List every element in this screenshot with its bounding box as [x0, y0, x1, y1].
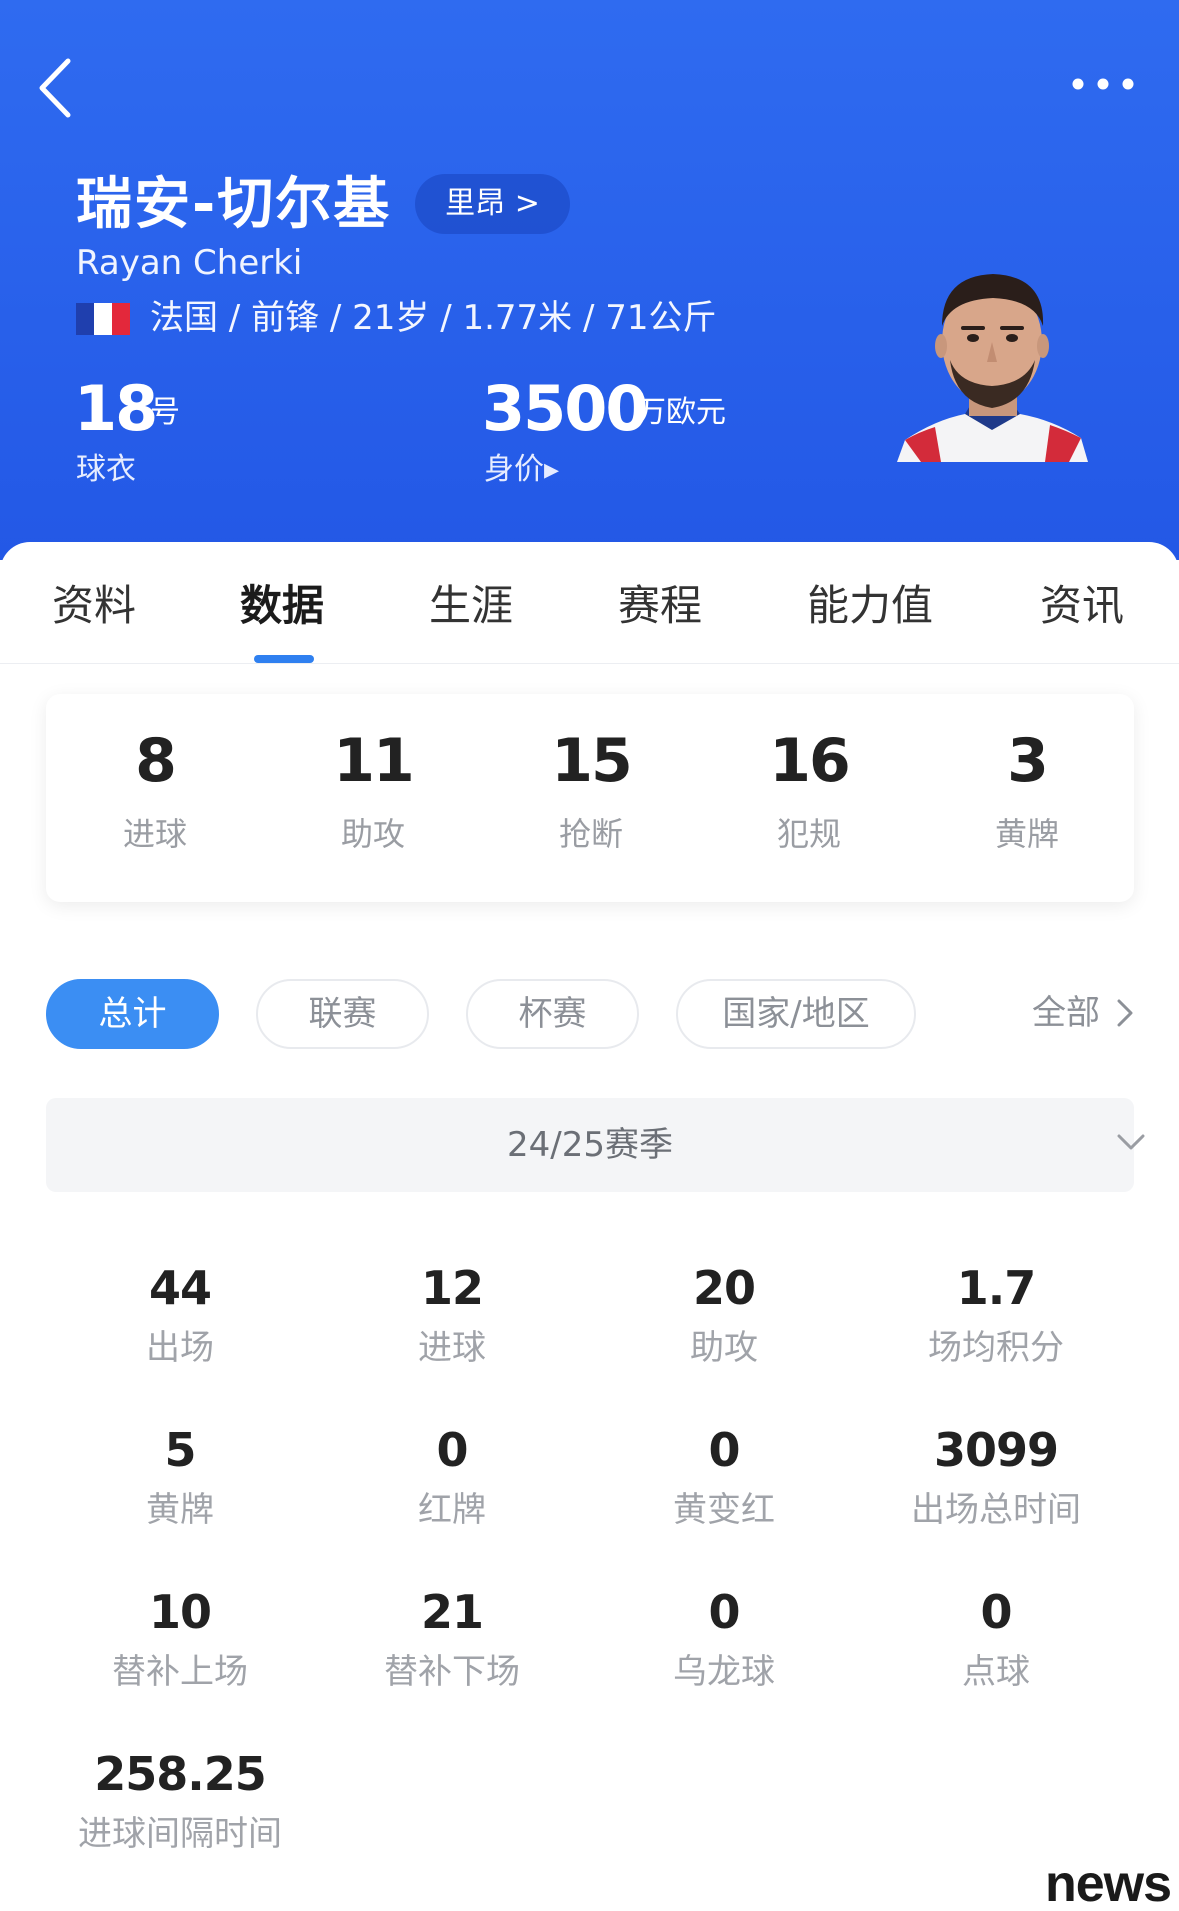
summary-goals: 8 进球	[46, 694, 264, 902]
player-name-english: Rayan Cherki	[76, 243, 303, 283]
tab-news[interactable]: 资讯	[1040, 578, 1124, 634]
summary-tackles: 15 抢断	[482, 694, 700, 902]
stat-value: 12	[420, 1261, 484, 1315]
stat-label: 场均积分	[928, 1328, 1064, 1368]
stat-value: 0	[980, 1585, 1012, 1639]
filter-all-link[interactable]: 全部	[1032, 990, 1100, 1036]
stat-sub-on: 10 替补上场	[44, 1583, 316, 1695]
tab-schedule[interactable]: 赛程	[618, 578, 702, 634]
france-flag-icon	[76, 303, 130, 335]
stat-appearances: 44 出场	[44, 1259, 316, 1371]
stat-second-yellow: 0 黄变红	[588, 1421, 860, 1533]
stat-yellow-cards: 5 黄牌	[44, 1421, 316, 1533]
stat-minutes-per-goal: 258.25 进球间隔时间	[44, 1745, 316, 1857]
tab-career[interactable]: 生涯	[429, 578, 513, 634]
jersey-number: 18	[74, 372, 158, 445]
stat-label: 出场总时间	[911, 1490, 1081, 1530]
jersey-unit: 号	[150, 395, 180, 430]
summary-label: 犯规	[776, 815, 841, 853]
stat-label: 点球	[962, 1652, 1030, 1692]
stat-penalties: 0 点球	[860, 1583, 1132, 1695]
summary-label: 进球	[122, 815, 187, 853]
stat-points-per-game: 1.7 场均积分	[860, 1259, 1132, 1371]
summary-value: 15	[551, 726, 633, 796]
season-selected-value: 24/25赛季	[507, 1125, 673, 1165]
season-selector[interactable]: 24/25赛季	[46, 1098, 1145, 1192]
stat-label: 替补上场	[112, 1652, 248, 1692]
watermark-text: news	[1045, 1855, 1172, 1911]
stat-label: 进球	[418, 1328, 486, 1368]
stat-label: 黄牌	[146, 1490, 214, 1530]
player-header: 瑞安-切尔基 里昂 > Rayan Cherki 法国 / 前锋 / 21岁 /…	[0, 0, 1179, 560]
stat-label: 助攻	[690, 1328, 758, 1368]
chevron-down-icon	[1117, 1134, 1145, 1150]
market-value: 3500	[482, 372, 649, 445]
filter-chip-national[interactable]: 国家/地区	[676, 979, 916, 1049]
stat-label: 红牌	[418, 1490, 486, 1530]
stat-value: 0	[708, 1423, 740, 1477]
jersey-label: 球衣	[76, 452, 136, 487]
team-link-button[interactable]: 里昂 >	[415, 174, 570, 234]
player-avatar	[897, 274, 1088, 462]
summary-assists: 11 助攻	[264, 694, 482, 902]
summary-value: 11	[333, 726, 415, 796]
filter-chip-league[interactable]: 联赛	[256, 979, 429, 1049]
stat-assists: 20 助攻	[588, 1259, 860, 1371]
market-value-unit: 万欧元	[636, 395, 726, 430]
filter-chip-total[interactable]: 总计	[46, 979, 219, 1049]
tab-ability[interactable]: 能力值	[807, 578, 933, 634]
player-bio: 法国 / 前锋 / 21岁 / 1.77米 / 71公斤	[150, 298, 717, 338]
stat-value: 44	[148, 1261, 212, 1315]
summary-label: 助攻	[340, 815, 405, 853]
summary-fouls: 16 犯规	[700, 694, 918, 902]
chevron-right-icon[interactable]	[1114, 997, 1136, 1029]
active-tab-indicator	[254, 655, 314, 663]
stat-value: 258.25	[94, 1747, 267, 1801]
stat-value: 1.7	[956, 1261, 1037, 1315]
back-arrow-icon[interactable]	[34, 55, 80, 121]
summary-label: 抢断	[558, 815, 623, 853]
summary-label: 黄牌	[994, 815, 1059, 853]
filter-chip-cup[interactable]: 杯赛	[466, 979, 639, 1049]
stat-label: 替补下场	[384, 1652, 520, 1692]
market-value-link[interactable]: 身价▸	[484, 450, 559, 490]
stat-red-cards: 0 红牌	[316, 1421, 588, 1533]
more-options-icon[interactable]	[1068, 72, 1138, 96]
stat-label: 进球间隔时间	[78, 1814, 282, 1854]
stat-value: 3099	[933, 1423, 1059, 1477]
summary-value: 16	[769, 726, 851, 796]
player-name-chinese: 瑞安-切尔基	[76, 172, 392, 237]
summary-yellow-cards: 3 黄牌	[918, 694, 1136, 902]
stat-goals: 12 进球	[316, 1259, 588, 1371]
stat-value: 21	[420, 1585, 484, 1639]
summary-value: 8	[135, 726, 177, 796]
tab-stats[interactable]: 数据	[240, 578, 324, 634]
stat-value: 5	[164, 1423, 196, 1477]
stat-minutes-played: 3099 出场总时间	[860, 1421, 1132, 1533]
stat-value: 10	[148, 1585, 212, 1639]
stat-value: 0	[708, 1585, 740, 1639]
stat-label: 乌龙球	[673, 1652, 775, 1692]
season-summary-card: 8 进球 11 助攻 15 抢断 16 犯规 3 黄牌	[46, 694, 1134, 902]
tab-bar: 资料 数据 生涯 赛程 能力值 资讯	[0, 542, 1179, 664]
stat-value: 0	[436, 1423, 468, 1477]
summary-value: 3	[1007, 726, 1049, 796]
stat-own-goals: 0 乌龙球	[588, 1583, 860, 1695]
stat-label: 出场	[146, 1328, 214, 1368]
tab-profile[interactable]: 资料	[52, 578, 136, 634]
stat-sub-off: 21 替补下场	[316, 1583, 588, 1695]
stat-label: 黄变红	[673, 1490, 775, 1530]
stat-value: 20	[692, 1261, 756, 1315]
